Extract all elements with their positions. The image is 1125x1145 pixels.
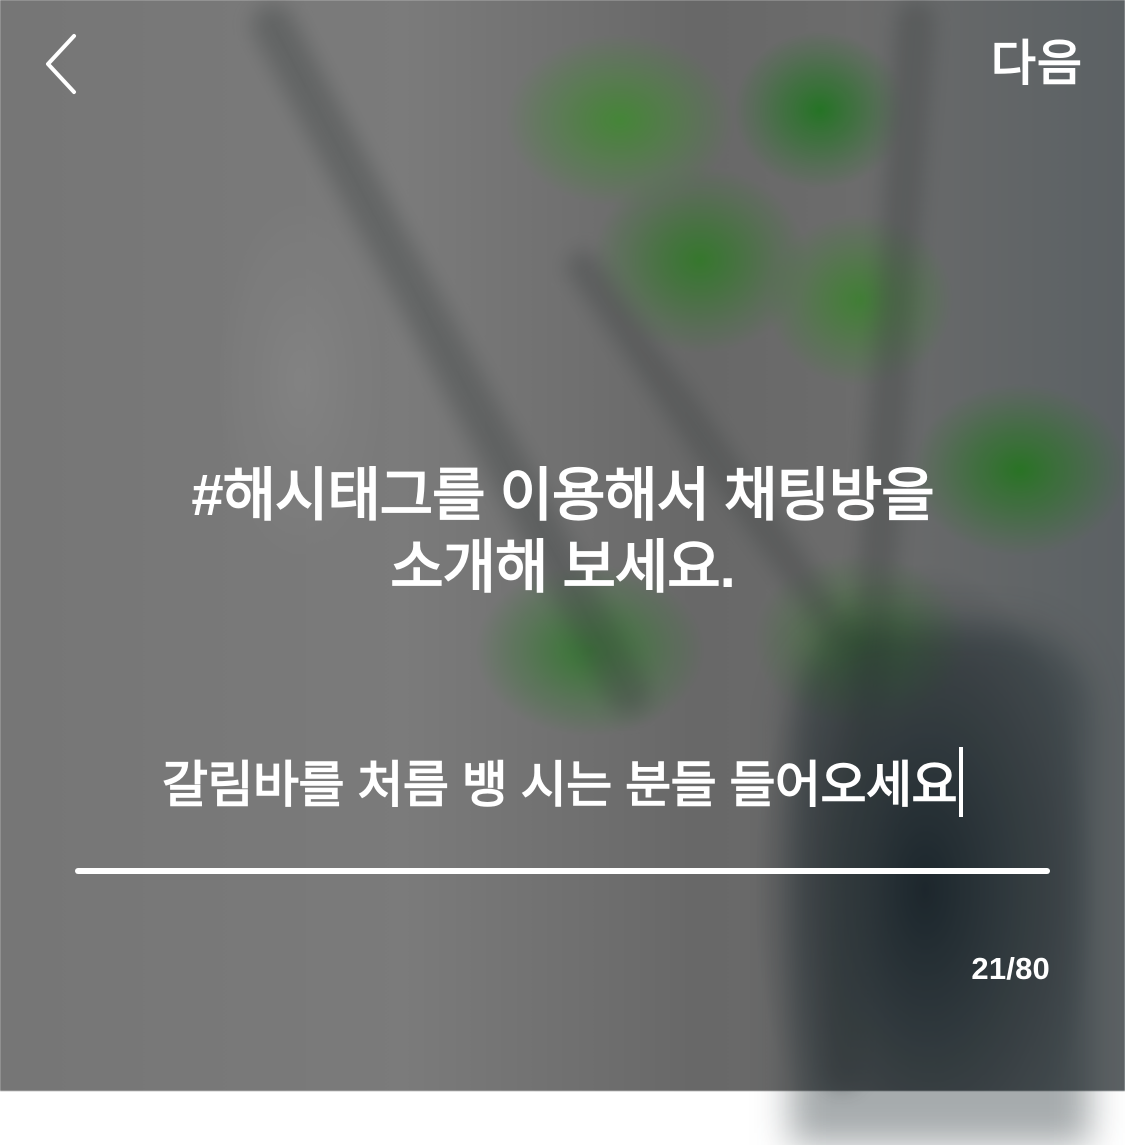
chatroom-description-value[interactable]: 갈림바를 처름 뱅 시는 분들 들어오세요 [162,757,957,813]
text-cursor [958,747,963,817]
chatroom-description-input[interactable]: 갈림바를 처름 뱅 시는 분들 들어오세요 [75,745,1050,875]
instruction-line-2: 소개해 보세요. [390,535,735,600]
input-underline [75,868,1050,874]
character-counter: 21/80 [971,951,1050,986]
chatroom-description-text-row[interactable]: 갈림바를 처름 뱅 시는 분들 들어오세요 [75,745,1050,825]
hashtag-instruction: #해시태그를 이용해서 채팅방을 소개해 보세요. [130,460,995,604]
instruction-line-1: #해시태그를 이용해서 채팅방을 [191,463,934,528]
hashtag-intro-screen: #해시태그를 이용해서 채팅방을 소개해 보세요. 갈림바를 처름 뱅 시는 분… [0,0,1125,1091]
